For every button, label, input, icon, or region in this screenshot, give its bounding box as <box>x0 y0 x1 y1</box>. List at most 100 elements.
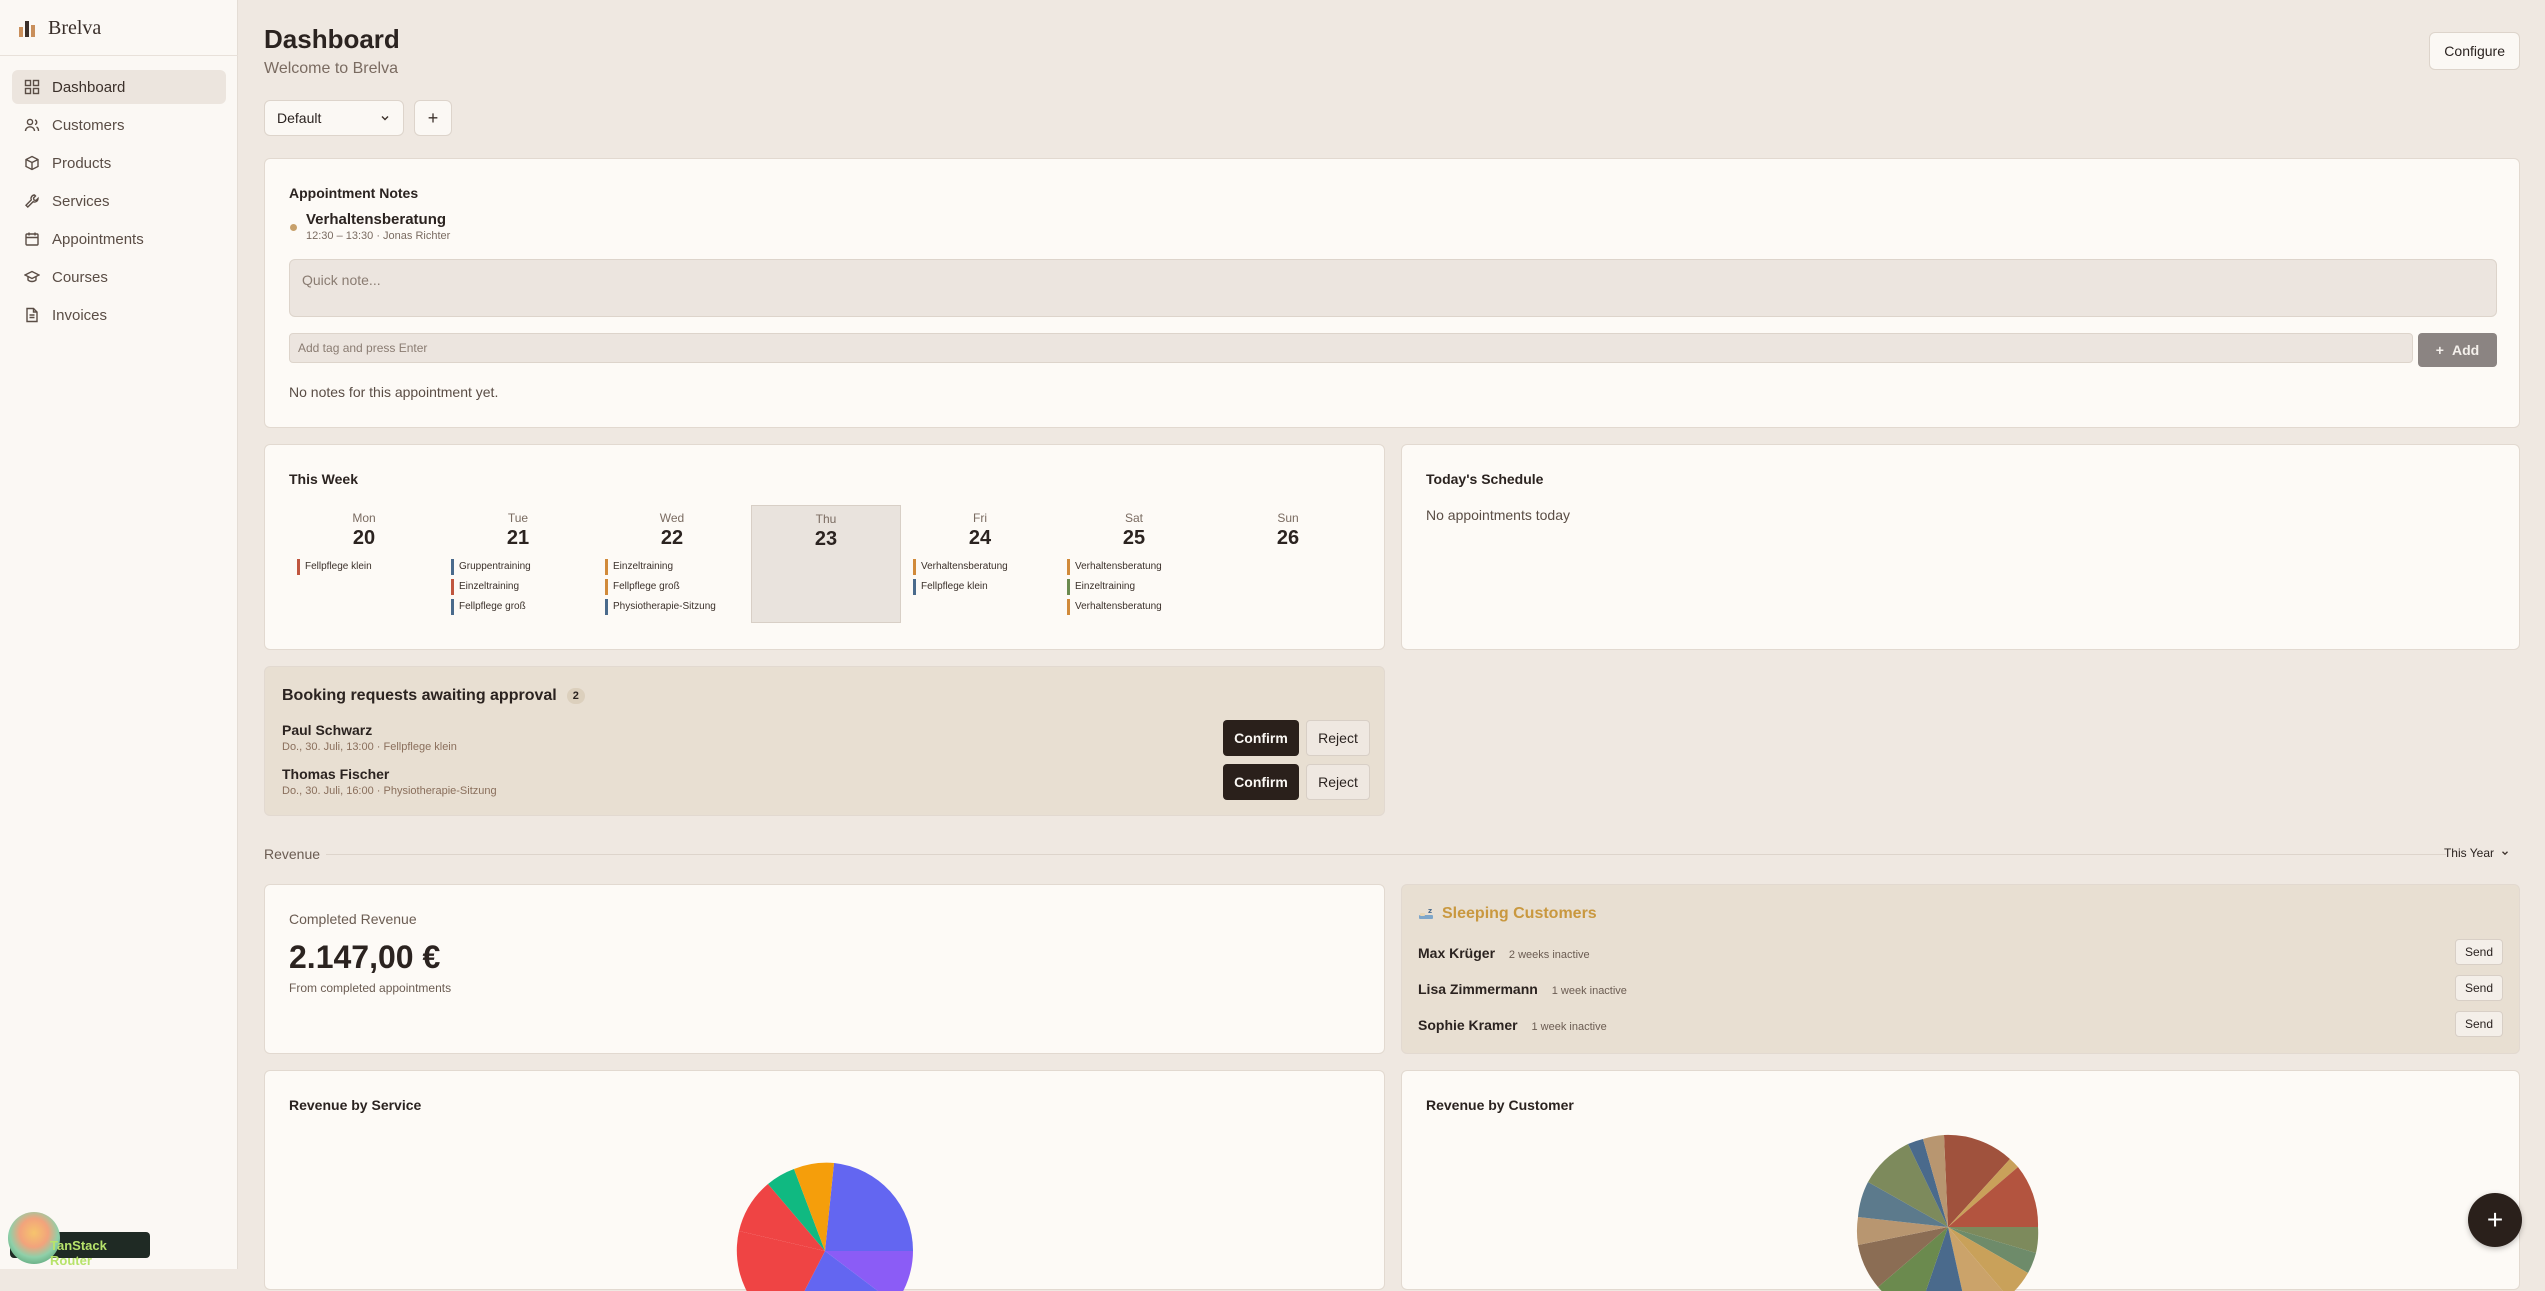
svg-text:z: z <box>1428 907 1432 915</box>
day-name: Mon <box>352 511 376 525</box>
users-icon <box>24 118 40 132</box>
appointment-chip[interactable]: Physiotherapie-Sitzung <box>605 599 716 615</box>
day-column[interactable]: Sun 26 <box>1213 505 1363 550</box>
sleeping-customer-row: Sophie Kramer 1 week inactive <box>1418 1017 1607 1033</box>
calendar-icon <box>25 232 39 246</box>
sidebar-item-label: Appointments <box>52 230 144 248</box>
router-badge-label: TanStack Router <box>50 1238 107 1268</box>
reject-button[interactable]: Reject <box>1306 720 1370 756</box>
empty-notes-text: No notes for this appointment yet. <box>289 384 499 400</box>
day-column[interactable]: Sat 25 Verhaltensberatung Einzeltraining… <box>1059 505 1209 615</box>
confirm-button[interactable]: Confirm <box>1223 720 1299 756</box>
sidebar-item-appointments[interactable]: Appointments <box>12 222 226 256</box>
day-column-today[interactable]: Thu 23 <box>751 505 901 623</box>
layout-select[interactable]: Default <box>264 100 404 136</box>
brand[interactable]: Brelva <box>18 16 101 40</box>
day-number: 24 <box>968 527 992 549</box>
sidebar-item-label: Products <box>52 154 112 172</box>
tag-input[interactable]: Add tag and press Enter <box>289 333 2413 363</box>
configure-button[interactable]: Configure <box>2429 32 2520 70</box>
page-title: Dashboard <box>264 24 400 54</box>
day-column[interactable]: Wed 22 Einzeltraining Fellpflege groß Ph… <box>597 505 747 615</box>
appointment-notes-card: Appointment Notes Verhaltensberatung 12:… <box>264 158 2520 428</box>
sidebar-item-label: Dashboard <box>52 78 126 96</box>
inactive-duration: 2 weeks inactive <box>1508 949 1590 961</box>
day-name: Thu <box>815 512 837 526</box>
layout-select-value: Default <box>277 110 322 126</box>
empty-schedule-text: No appointments today <box>1426 507 1570 523</box>
booking-requests-card: Booking requests awaiting approval 2 Pau… <box>264 666 1385 816</box>
request-meta: Do., 30. Juli, 16:00 · Physiotherapie-Si… <box>282 785 497 797</box>
revenue-by-service-pie <box>736 1162 914 1291</box>
sleeping-icon: z <box>1419 907 1433 919</box>
completed-revenue-label: Completed Revenue <box>289 911 417 927</box>
day-column[interactable]: Tue 21 Gruppentraining Einzeltraining Fe… <box>443 505 593 615</box>
appointment-chip[interactable]: Fellpflege groß <box>451 599 531 615</box>
add-layout-button[interactable]: + <box>414 100 452 136</box>
send-button[interactable]: Send <box>2455 939 2503 965</box>
add-fab-button[interactable]: + <box>2468 1193 2522 1247</box>
sidebar-item-dashboard[interactable]: Dashboard <box>12 70 226 104</box>
day-column[interactable]: Mon 20 Fellpflege klein <box>289 505 439 575</box>
day-number: 22 <box>660 527 684 549</box>
revenue-by-customer-pie <box>1856 1134 2039 1291</box>
appointment-chip[interactable]: Fellpflege klein <box>913 579 1008 595</box>
sleeping-customer-row: Lisa Zimmermann 1 week inactive <box>1418 981 1627 997</box>
reject-button[interactable]: Reject <box>1306 764 1370 800</box>
appointment-chip[interactable]: Verhaltensberatung <box>1067 559 1162 575</box>
card-title: Appointment Notes <box>289 185 419 201</box>
sidebar-item-services[interactable]: Services <box>12 184 226 218</box>
day-appointments: Einzeltraining Fellpflege groß Physiothe… <box>605 559 716 619</box>
day-column[interactable]: Fri 24 Verhaltensberatung Fellpflege kle… <box>905 505 1055 595</box>
sidebar-item-customers[interactable]: Customers <box>12 108 226 142</box>
appointment-chip[interactable]: Einzeltraining <box>1067 579 1162 595</box>
appointment-chip[interactable]: Fellpflege klein <box>297 559 372 575</box>
revenue-by-customer-card: Revenue by Customer <box>1401 1070 2520 1291</box>
day-name: Fri <box>973 511 987 525</box>
day-name: Tue <box>507 511 529 525</box>
appointment-chip[interactable]: Einzeltraining <box>451 579 531 595</box>
chevron-down-icon <box>2502 851 2508 856</box>
pie-slice[interactable] <box>825 1163 914 1251</box>
period-select-value: This Year <box>2443 846 2494 860</box>
plus-icon: + <box>2435 342 2444 358</box>
revenue-by-service-card: Revenue by Service <box>264 1070 1385 1291</box>
day-number: 25 <box>1122 527 1146 549</box>
add-note-button[interactable]: + Add <box>2418 333 2497 367</box>
appointment-chip[interactable]: Verhaltensberatung <box>1067 599 1162 615</box>
sidebar-item-courses[interactable]: Courses <box>12 260 226 294</box>
request-customer-name: Paul Schwarz <box>282 722 373 738</box>
appointment-chip[interactable]: Einzeltraining <box>605 559 716 575</box>
page-subtitle: Welcome to Brelva <box>264 60 398 77</box>
day-number: 21 <box>506 527 530 549</box>
appointment-chip[interactable]: Fellpflege groß <box>605 579 716 595</box>
customer-name: Sophie Kramer <box>1418 1017 1518 1033</box>
this-week-card: This Week Mon 20 Fellpflege klein Tue 21… <box>264 444 1385 650</box>
sleeping-customers-card: z Sleeping Customers Max Krüger 2 weeks … <box>1401 884 2520 1054</box>
quick-note-input[interactable]: Quick note... <box>289 259 2497 317</box>
devtools-router-badge[interactable]: TanStack Router <box>8 1212 150 1268</box>
count-badge: 2 <box>566 688 585 704</box>
request-meta: Do., 30. Juli, 13:00 · Fellpflege klein <box>282 741 457 753</box>
inactive-duration: 1 week inactive <box>1551 985 1627 997</box>
brand-name: Brelva <box>48 16 102 39</box>
appointment-name: Verhaltensberatung <box>306 211 447 228</box>
sidebar-item-products[interactable]: Products <box>12 146 226 180</box>
day-appointments: Fellpflege klein <box>297 559 372 579</box>
send-button[interactable]: Send <box>2455 975 2503 1001</box>
sidebar-item-label: Customers <box>52 116 125 134</box>
section-divider <box>326 854 2446 855</box>
add-note-label: Add <box>2451 342 2480 358</box>
sidebar-item-invoices[interactable]: Invoices <box>12 298 226 332</box>
send-button[interactable]: Send <box>2455 1011 2503 1037</box>
confirm-button[interactable]: Confirm <box>1223 764 1299 800</box>
day-appointments: Verhaltensberatung Fellpflege klein <box>913 559 1008 599</box>
appointment-chip[interactable]: Verhaltensberatung <box>913 559 1008 575</box>
status-dot <box>290 224 297 231</box>
sidebar-nav: Dashboard Customers Products Services Ap… <box>12 70 226 336</box>
brelva-logo-icon <box>19 21 35 37</box>
period-select[interactable]: This Year <box>2444 846 2510 860</box>
file-text-icon <box>26 307 38 323</box>
appointment-chip[interactable]: Gruppentraining <box>451 559 531 575</box>
day-number: 23 <box>814 528 838 550</box>
